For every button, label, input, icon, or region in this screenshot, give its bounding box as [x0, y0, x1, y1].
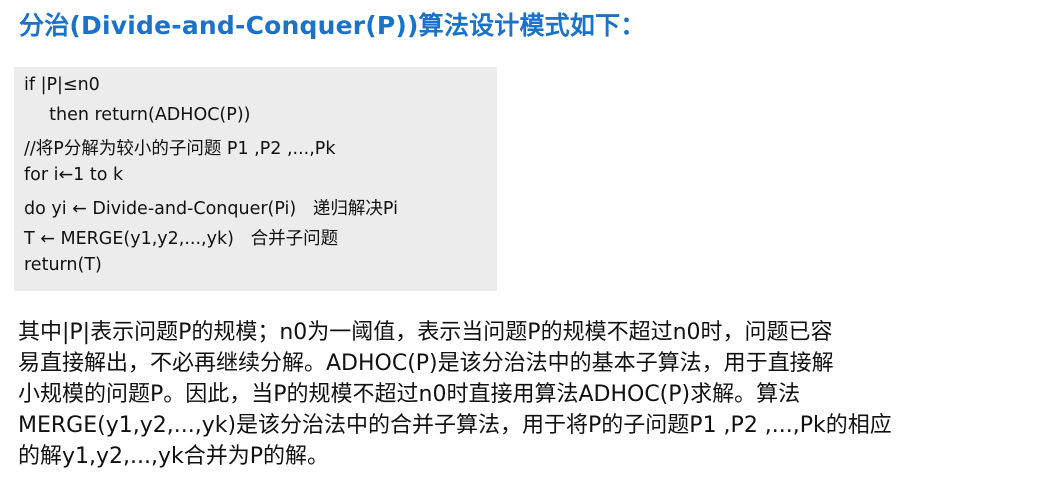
code-line: do yi ← Divide-and-Conquer(Pi) 递归解决Pi [24, 199, 398, 219]
paragraph-line: 易直接解出，不必再继续分解。ADHOC(P)是该分治法中的基本子算法，用于直接解 [18, 351, 834, 376]
code-line: return(T) [24, 255, 102, 275]
paragraph-line: 小规模的问题P。因此，当P的规模不超过n0时直接用算法ADHOC(P)求解。算法 [18, 382, 801, 407]
paragraph-line: 的解y1,y2,...,yk合并为P的解。 [18, 444, 330, 469]
code-line: //将P分解为较小的子问题 P1 ,P2 ,...,Pk [24, 139, 336, 159]
paragraph-line: 其中|P|表示问题P的规模；n0为一阈值，表示当问题P的规模不超过n0时，问题已… [18, 320, 833, 345]
code-line: if |P|≤n0 [24, 75, 100, 95]
code-line: T ← MERGE(y1,y2,...,yk) 合并子问题 [24, 229, 339, 249]
paragraph-line: MERGE(y1,y2,...,yk)是该分治法中的合并子算法，用于将P的子问题… [18, 413, 892, 438]
pseudocode-block: if |P|≤n0 then return(ADHOC(P)) //将P分解为较… [14, 67, 497, 291]
code-line: then return(ADHOC(P)) [38, 105, 251, 125]
code-line: for i←1 to k [24, 165, 124, 185]
page-title: 分治(Divide-and-Conquer(P))算法设计模式如下： [19, 11, 646, 40]
